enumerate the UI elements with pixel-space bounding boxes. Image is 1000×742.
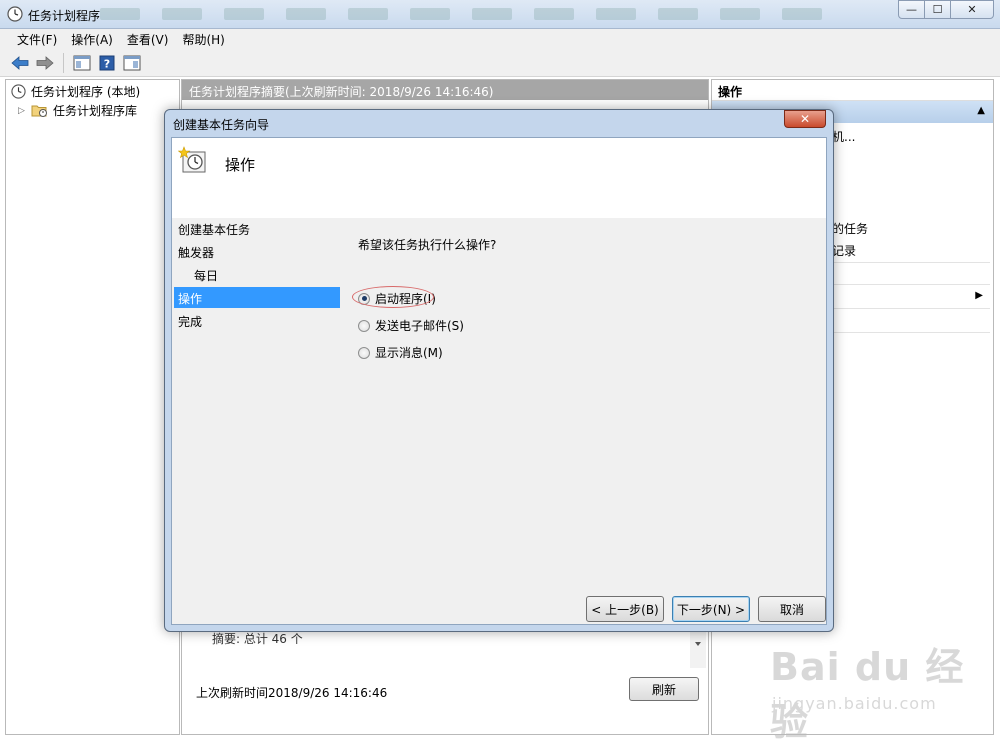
show-hide-action-pane-icon [123, 55, 141, 71]
radio-send-email[interactable] [358, 319, 370, 332]
help-button[interactable]: ? [96, 52, 118, 74]
menu-help[interactable]: 帮助(H) [175, 31, 231, 48]
menu-file[interactable]: 文件(F) [10, 31, 64, 48]
maximize-button[interactable]: ☐ [924, 0, 951, 19]
toolbar-separator [63, 53, 64, 73]
actions-divider [830, 284, 990, 285]
action-question: 希望该任务执行什么操作? [358, 238, 497, 252]
action-item-display-tasks[interactable]: 的任务 [832, 220, 868, 237]
watermark: Bai du 经验 jingyan.baidu.com [770, 636, 990, 742]
refresh-button[interactable]: 刷新 [629, 677, 699, 701]
wizard-content: 希望该任务执行什么操作? 启动程序(I) 发送电子邮件(S) 显示消息(M) [352, 218, 816, 578]
step-action: 操作 [174, 287, 340, 308]
step-daily: 每日 [194, 269, 219, 283]
svg-text:?: ? [104, 58, 110, 71]
window-title: 任务计划程序 [28, 9, 101, 23]
highlight-ellipse [352, 286, 434, 308]
option-send-email-label: 发送电子邮件(S) [375, 319, 464, 333]
tree-node-library[interactable]: ▷ 任务计划程序库 [18, 102, 137, 119]
submenu-arrow-icon[interactable]: ▶ [975, 290, 983, 301]
actions-divider [830, 308, 990, 309]
watermark-url: jingyan.baidu.com [772, 694, 937, 713]
step-finish: 完成 [178, 315, 203, 329]
toolbar: ? [0, 50, 1000, 77]
back-button[interactable] [9, 52, 31, 74]
watermark-brand: Bai du 经验 [770, 645, 965, 742]
menu-bar: 文件(F) 操作(A) 查看(V) 帮助(H) [0, 29, 1000, 50]
clock-icon [11, 84, 26, 99]
last-refresh-time: 上次刷新时间2018/9/26 14:16:46 [196, 686, 388, 700]
minimize-button[interactable]: — [898, 0, 925, 19]
step-create-basic-task: 创建基本任务 [178, 223, 251, 237]
option-start-program[interactable]: 启动程序(I) [352, 286, 436, 308]
navigation-tree: 任务计划程序 (本地) ▷ 任务计划程序库 [5, 79, 180, 735]
show-hide-tree-button[interactable] [71, 52, 93, 74]
actions-divider [830, 332, 990, 333]
menu-action[interactable]: 操作(A) [64, 31, 120, 48]
tree-node-library-label: 任务计划程序库 [53, 104, 138, 118]
collapse-triangle-icon[interactable]: ▲ [977, 105, 985, 116]
help-icon: ? [99, 55, 115, 71]
option-show-message-label: 显示消息(M) [375, 346, 443, 360]
summary-header: 任务计划程序摘要(上次刷新时间: 2018/9/26 14:16:46) [182, 80, 708, 100]
tree-node-root-label: 任务计划程序 (本地) [31, 85, 141, 99]
summary-count: 摘要: 总计 46 个 [212, 632, 303, 646]
window-titlebar: 任务计划程序 — ☐ ✕ [0, 0, 1000, 29]
expand-triangle-icon[interactable]: ▷ [18, 106, 26, 116]
dialog-header: 操作 [172, 138, 826, 218]
back-step-button[interactable]: < 上一步(B) [586, 596, 664, 622]
step-trigger: 触发器 [178, 246, 215, 260]
dialog-close-button[interactable]: ✕ [784, 110, 826, 128]
action-item-connect[interactable]: 机... [832, 128, 855, 145]
task-clock-icon [178, 146, 206, 173]
forward-button[interactable] [34, 52, 56, 74]
dialog-header-title: 操作 [225, 156, 256, 174]
clock-icon [7, 6, 23, 22]
dialog-body: 操作 创建基本任务 触发器 每日 操作 完成 希望该任务执行什么操作? 启动程序… [171, 137, 827, 625]
radio-show-message[interactable] [358, 346, 370, 359]
dialog-title: 创建基本任务向导 [173, 118, 270, 132]
option-show-message[interactable]: 显示消息(M) [358, 344, 443, 361]
option-send-email[interactable]: 发送电子邮件(S) [358, 317, 464, 334]
background-taskbar-blur [100, 8, 880, 22]
create-basic-task-wizard: 创建基本任务向导 ✕ 操作 创建基本任务 触发器 每日 操作 完成 希望该任务执… [164, 109, 834, 632]
actions-divider [830, 262, 990, 263]
actions-header: 操作 [712, 80, 993, 101]
cancel-button[interactable]: 取消 [758, 596, 826, 622]
show-hide-action-pane-button[interactable] [121, 52, 143, 74]
next-step-button[interactable]: 下一步(N) > [672, 596, 750, 622]
close-button[interactable]: ✕ [950, 0, 994, 19]
forward-arrow-icon [36, 56, 54, 70]
folder-clock-icon [31, 105, 47, 117]
action-item-history[interactable]: 记录 [832, 242, 856, 259]
show-hide-tree-icon [73, 55, 91, 71]
menu-view[interactable]: 查看(V) [120, 31, 176, 48]
wizard-steps: 创建基本任务 触发器 每日 操作 完成 [172, 218, 342, 624]
back-arrow-icon [11, 56, 29, 70]
tree-node-root[interactable]: 任务计划程序 (本地) [11, 83, 140, 100]
